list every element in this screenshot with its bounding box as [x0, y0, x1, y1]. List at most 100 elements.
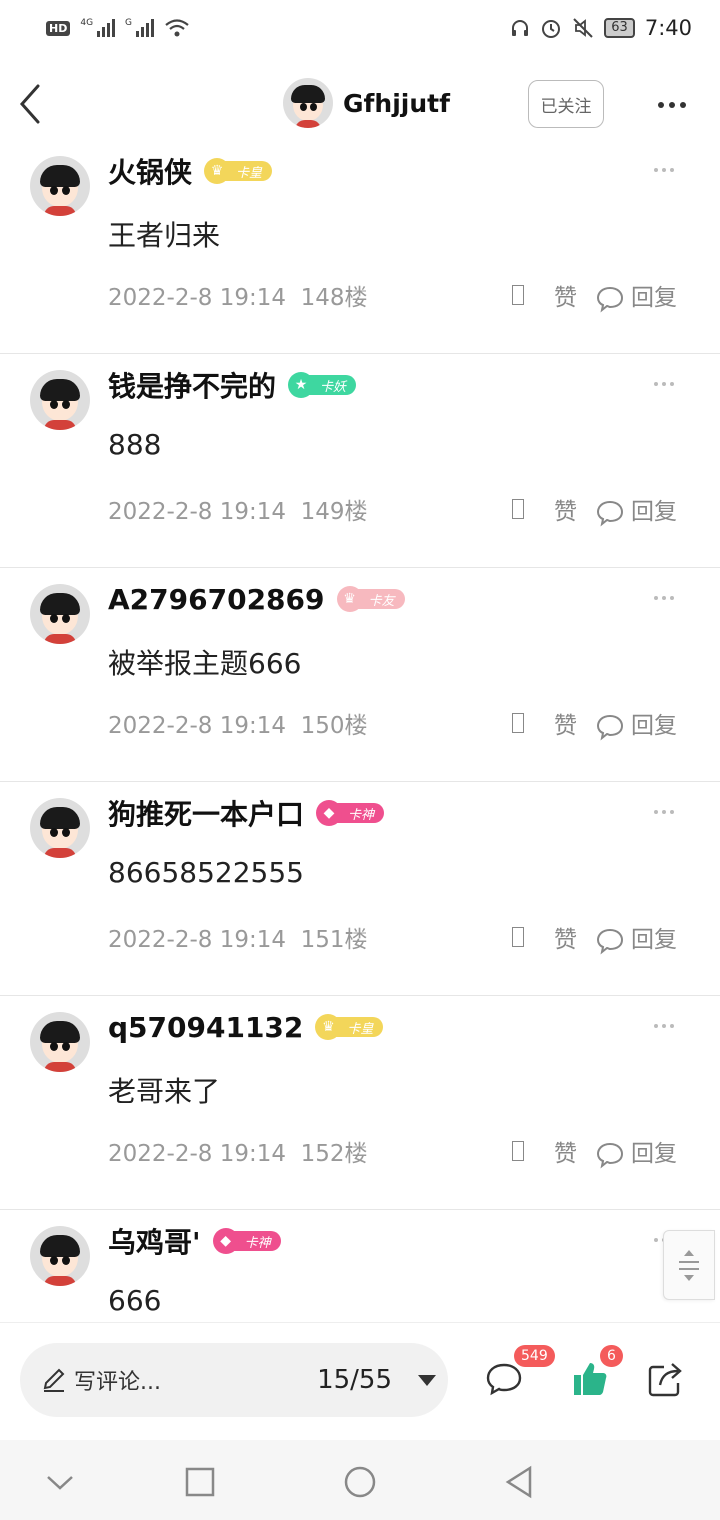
- comment-header: q570941132 ♛ 卡皇: [108, 1002, 384, 1052]
- reply-button[interactable]: 回复: [631, 920, 677, 954]
- comment-header: 火锅侠 ♛ 卡皇: [108, 146, 273, 196]
- nav-down-icon[interactable]: [40, 1462, 80, 1502]
- comment-list[interactable]: 火锅侠 ♛ 卡皇 王者归来 2022-2-8 19:14 148楼 赞 回复 钱…: [0, 140, 720, 1321]
- headphones-icon: [512, 20, 529, 36]
- nav-recents-icon[interactable]: [180, 1462, 220, 1502]
- composer-placeholder[interactable]: 写评论...: [74, 1364, 161, 1396]
- status-bar: HD 4G G 63 7:40: [0, 0, 720, 56]
- comment-composer[interactable]: 写评论... 15/55: [20, 1343, 448, 1417]
- author-name[interactable]: Gfhjjutf: [343, 89, 450, 118]
- like-icon[interactable]: [512, 713, 524, 733]
- username[interactable]: 狗推死一本户口: [108, 793, 304, 833]
- clock: 7:40: [644, 16, 692, 40]
- signal-icon: [97, 19, 116, 37]
- more-options-button[interactable]: [652, 90, 692, 120]
- username[interactable]: q570941132: [108, 1011, 303, 1044]
- page-indicator[interactable]: 15/55: [317, 1365, 392, 1395]
- comment-more-button[interactable]: [654, 382, 674, 386]
- reply-button[interactable]: 回复: [631, 706, 677, 740]
- reply-icon[interactable]: [595, 712, 625, 742]
- user-avatar[interactable]: [30, 370, 90, 430]
- like-button[interactable]: 赞: [554, 278, 577, 312]
- reply-button[interactable]: 回复: [631, 1134, 677, 1168]
- reply-button[interactable]: 回复: [631, 492, 677, 526]
- user-avatar[interactable]: [30, 1226, 90, 1286]
- follow-button[interactable]: 已关注: [528, 80, 604, 128]
- level-badge: ★ 卡妖: [288, 372, 357, 398]
- comment-header: 狗推死一本户口 ◆ 卡神: [108, 788, 385, 838]
- username[interactable]: 乌鸡哥': [108, 1221, 201, 1261]
- comment-item: 钱是挣不完的 ★ 卡妖 888 2022-2-8 19:14 149楼 赞 回复: [0, 354, 720, 568]
- author-avatar[interactable]: [283, 78, 333, 128]
- reply-icon[interactable]: [595, 284, 625, 314]
- comment-more-button[interactable]: [654, 810, 674, 814]
- user-avatar[interactable]: [30, 156, 90, 216]
- user-avatar[interactable]: [30, 584, 90, 644]
- back-button[interactable]: [16, 78, 52, 128]
- comment-item: 狗推死一本户口 ◆ 卡神 86658522555 2022-2-8 19:14 …: [0, 782, 720, 996]
- star-icon: ★: [288, 372, 315, 398]
- comment-actions: 赞 回复: [512, 704, 677, 742]
- comment-actions: 赞 回复: [512, 1132, 677, 1170]
- pencil-icon: [43, 1368, 65, 1392]
- signal-icon-2: [136, 19, 155, 37]
- username[interactable]: A2796702869: [108, 583, 325, 616]
- status-left: HD 4G G: [46, 18, 190, 38]
- like-button[interactable]: 赞: [554, 920, 577, 954]
- comment-actions: 赞 回复: [512, 918, 677, 956]
- battery-icon: 63: [604, 18, 635, 38]
- level-badge: ◆ 卡神: [212, 1228, 281, 1254]
- thread-author[interactable]: Gfhjjutf: [283, 78, 450, 128]
- scroll-handle[interactable]: [663, 1230, 715, 1300]
- comment-text: 被举报主题666: [108, 647, 302, 680]
- comment-meta: 2022-2-8 19:14 152楼: [108, 1134, 368, 1168]
- like-button[interactable]: 赞: [554, 1134, 577, 1168]
- comment-meta: 2022-2-8 19:14 149楼: [108, 492, 368, 526]
- like-button[interactable]: 赞: [554, 492, 577, 526]
- page-dropdown-icon[interactable]: [418, 1375, 436, 1386]
- floor-number: 150楼: [300, 713, 368, 739]
- reply-button[interactable]: 回复: [631, 278, 677, 312]
- comment-more-button[interactable]: [654, 1024, 674, 1028]
- share-icon[interactable]: [646, 1359, 686, 1399]
- floor-number: 152楼: [300, 1141, 368, 1167]
- user-avatar[interactable]: [30, 1012, 90, 1072]
- level-badge: ♛ 卡皇: [315, 1014, 384, 1040]
- level-badge: ◆ 卡神: [316, 800, 385, 826]
- comment-date: 2022-2-8 19:14: [108, 285, 286, 311]
- alarm-icon: [542, 20, 561, 38]
- comment-item: q570941132 ♛ 卡皇 老哥来了 2022-2-8 19:14 152楼…: [0, 996, 720, 1210]
- reply-icon[interactable]: [595, 926, 625, 956]
- like-icon[interactable]: [512, 285, 524, 305]
- username[interactable]: 火锅侠: [108, 151, 192, 191]
- top-header: Gfhjjutf 已关注: [0, 70, 720, 140]
- comment-date: 2022-2-8 19:14: [108, 499, 286, 525]
- bottom-bar: 写评论... 15/55 549 6: [0, 1322, 720, 1440]
- mute-icon: [573, 18, 593, 38]
- username[interactable]: 钱是挣不完的: [108, 365, 276, 405]
- nav-back-icon[interactable]: [500, 1462, 540, 1502]
- user-avatar[interactable]: [30, 798, 90, 858]
- level-badge: ♛ 卡友: [336, 586, 405, 612]
- comment-text: 888: [108, 428, 162, 461]
- reply-icon[interactable]: [595, 1140, 625, 1170]
- reply-icon[interactable]: [595, 498, 625, 528]
- comment-text: 王者归来: [108, 219, 221, 252]
- hd-indicator: HD: [46, 20, 71, 36]
- like-icon[interactable]: [512, 927, 524, 947]
- like-icon[interactable]: [512, 1141, 524, 1161]
- diamond-icon: ◆: [316, 800, 343, 826]
- network-type-2: G: [125, 18, 133, 28]
- comment-meta: 2022-2-8 19:14 150楼: [108, 706, 368, 740]
- nav-home-icon[interactable]: [340, 1462, 380, 1502]
- comment-date: 2022-2-8 19:14: [108, 1141, 286, 1167]
- comment-item: A2796702869 ♛ 卡友 被举报主题666 2022-2-8 19:14…: [0, 568, 720, 782]
- like-icon[interactable]: [512, 499, 524, 519]
- comment-meta: 2022-2-8 19:14 148楼: [108, 278, 368, 312]
- like-button[interactable]: 赞: [554, 706, 577, 740]
- comment-header: 钱是挣不完的 ★ 卡妖: [108, 360, 357, 410]
- comment-more-button[interactable]: [654, 596, 674, 600]
- network-type-1: 4G: [80, 18, 94, 28]
- comment-more-button[interactable]: [654, 168, 674, 172]
- comment-item: 乌鸡哥' ◆ 卡神 666: [0, 1210, 720, 1321]
